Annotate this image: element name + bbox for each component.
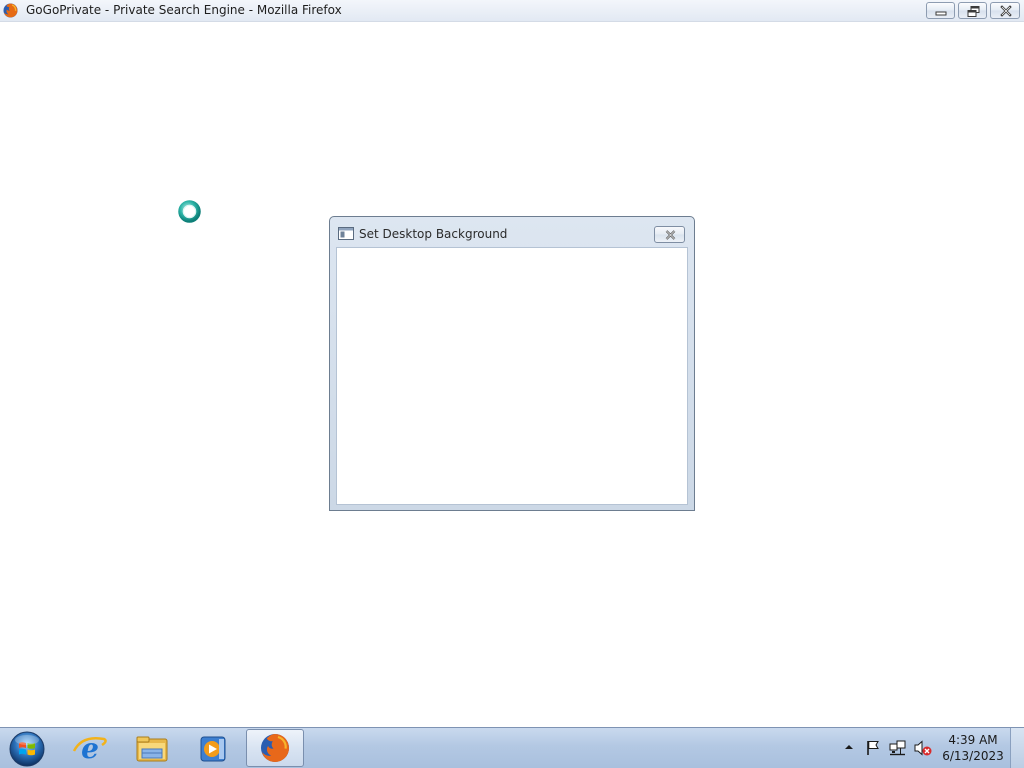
close-icon [665, 230, 676, 240]
minimize-icon [935, 11, 947, 16]
internet-explorer-icon: e [72, 732, 107, 765]
action-center-flag-icon[interactable] [864, 739, 882, 757]
taskbar-windows-explorer[interactable] [124, 729, 180, 767]
set-desktop-background-dialog[interactable]: Set Desktop Background [329, 216, 695, 511]
browser-title-bar[interactable]: GoGoPrivate - Private Search Engine - Mo… [0, 0, 1024, 22]
restore-button[interactable] [958, 2, 987, 19]
show-desktop-button[interactable] [1010, 728, 1024, 768]
windows-start-icon[interactable] [6, 729, 48, 767]
firefox-icon [261, 734, 289, 762]
taskbar-internet-explorer[interactable]: e [62, 729, 118, 767]
volume-muted-icon[interactable] [913, 739, 933, 757]
minimize-button[interactable] [926, 2, 955, 19]
dialog-title: Set Desktop Background [359, 227, 508, 241]
dialog-content-area [336, 247, 688, 505]
window-title: GoGoPrivate - Private Search Engine - Mo… [26, 3, 342, 17]
close-button[interactable] [990, 2, 1020, 19]
taskbar: e 4:39 AM 6/13/2023 [0, 727, 1024, 768]
taskbar-windows-media-player[interactable] [186, 729, 242, 767]
taskbar-mozilla-firefox[interactable] [246, 729, 304, 767]
folder-icon [136, 736, 168, 762]
media-player-icon [200, 736, 226, 762]
firefox-icon [3, 3, 18, 18]
close-icon [1000, 5, 1012, 17]
show-hidden-icons-arrow[interactable] [842, 740, 856, 754]
window-icon [338, 227, 354, 240]
spinner-icon [178, 200, 201, 223]
network-icon[interactable] [889, 739, 907, 757]
system-clock[interactable]: 4:39 AM 6/13/2023 [940, 732, 1006, 764]
desktop-screen: GoGoPrivate - Private Search Engine - Mo… [0, 0, 1024, 768]
clock-date: 6/13/2023 [942, 749, 1004, 763]
clock-time: 4:39 AM [948, 733, 998, 747]
dialog-close-button[interactable] [654, 226, 685, 243]
restore-icon [967, 6, 980, 17]
